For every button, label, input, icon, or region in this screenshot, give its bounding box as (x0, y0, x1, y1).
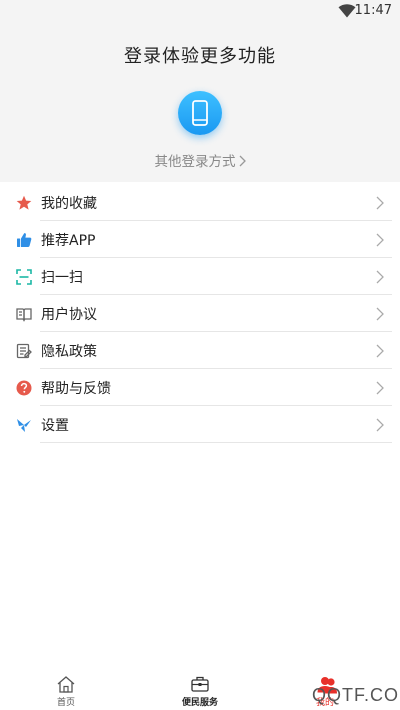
chevron-right-icon (376, 270, 384, 284)
menu-item-label: 推荐APP (41, 233, 96, 249)
menu-item-settings[interactable]: 设置 (0, 406, 400, 443)
menu-item-user-agreement[interactable]: 用户协议 (0, 295, 400, 332)
menu-item-label: 隐私政策 (41, 344, 97, 360)
briefcase-icon (191, 676, 209, 692)
login-title: 登录体验更多功能 (124, 46, 276, 67)
phone-login-button[interactable] (178, 91, 222, 135)
menu-item-scan[interactable]: 扫一扫 (0, 258, 400, 295)
star-icon (16, 195, 32, 210)
chevron-right-icon (376, 196, 384, 210)
menu-item-label: 设置 (41, 418, 69, 434)
menu-item-privacy-policy[interactable]: 隐私政策 (0, 332, 400, 369)
book-icon (16, 308, 32, 322)
menu-item-label: 扫一扫 (41, 270, 83, 286)
menu-item-favorites[interactable]: 我的收藏 (0, 184, 400, 221)
home-icon (57, 676, 75, 693)
other-login-methods-link[interactable]: 其他登录方式 (0, 150, 400, 170)
menu-item-label: 我的收藏 (41, 196, 97, 212)
thumbs-up-icon (17, 233, 32, 247)
chevron-right-icon (239, 155, 246, 167)
chevron-right-icon (376, 418, 384, 432)
menu-item-recommend-app[interactable]: 推荐APP (0, 221, 400, 258)
tab-label: 便民服务 (181, 698, 218, 708)
tab-convenience-services[interactable]: 便民服务 (155, 670, 245, 710)
chevron-right-icon (376, 344, 384, 358)
menu-item-label: 帮助与反馈 (41, 381, 111, 397)
wifi-icon (338, 4, 356, 18)
chevron-right-icon (376, 233, 384, 247)
menu-item-help-feedback[interactable]: 帮助与反馈 (0, 369, 400, 406)
status-bar: 11:47 (0, 0, 400, 22)
question-icon (16, 380, 32, 396)
settings-pinwheel-icon (17, 419, 31, 432)
menu-item-label: 用户协议 (41, 307, 97, 323)
phone-icon (192, 100, 208, 126)
settings-menu: 我的收藏 推荐APP 扫一扫 用户协议 隐私政策 帮助与反馈 设置 (0, 184, 400, 443)
watermark-text: QQTF.COM (312, 685, 400, 705)
scan-icon (16, 269, 32, 285)
chevron-right-icon (376, 307, 384, 321)
status-time: 11:47 (354, 3, 392, 18)
login-panel: 登录体验更多功能 其他登录方式 (0, 22, 400, 182)
document-icon (16, 343, 32, 359)
chevron-right-icon (376, 381, 384, 395)
other-login-label: 其他登录方式 (154, 154, 236, 170)
tab-label: 首页 (56, 698, 75, 708)
tab-home[interactable]: 首页 (21, 670, 111, 710)
watermark: QQTF.COM (300, 678, 400, 710)
